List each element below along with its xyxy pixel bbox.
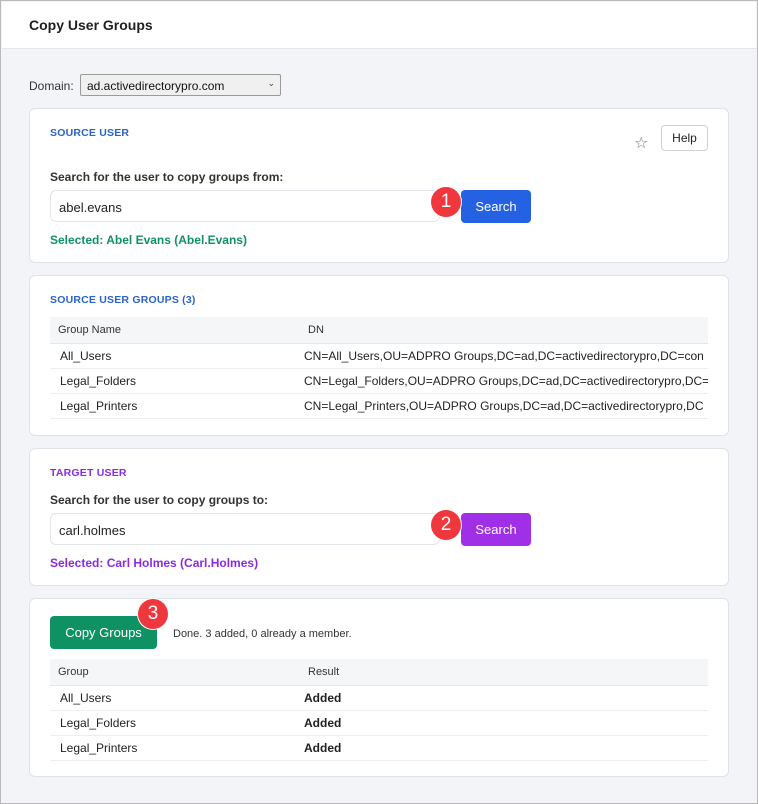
target-search-value: carl.holmes bbox=[59, 523, 126, 538]
source-search-input[interactable]: abel.evans bbox=[50, 190, 440, 222]
copy-groups-card: Copy Groups 3 Done. 3 added, 0 already a… bbox=[29, 598, 729, 777]
table-row[interactable]: All_Users Added bbox=[50, 685, 708, 711]
table-header-row: Group Name DN bbox=[50, 317, 708, 344]
column-header-dn: DN bbox=[300, 317, 708, 344]
column-header-result: Result bbox=[300, 659, 708, 686]
target-search-button[interactable]: Search bbox=[461, 513, 531, 546]
domain-select[interactable]: ad.activedirectorypro.com ⌄ bbox=[80, 74, 281, 96]
window-title: Copy User Groups bbox=[29, 17, 153, 33]
table-row[interactable]: Legal_Folders CN=Legal_Folders,OU=ADPRO … bbox=[50, 368, 708, 394]
table-row[interactable]: All_Users CN=All_Users,OU=ADPRO Groups,D… bbox=[50, 343, 708, 369]
copy-status-text: Done. 3 added, 0 already a member. bbox=[173, 628, 352, 640]
step-badge-2: 2 bbox=[431, 510, 461, 540]
result-status-cell: Added bbox=[300, 710, 708, 736]
source-groups-title: SOURCE USER GROUPS (3) bbox=[50, 294, 196, 306]
result-group-cell: All_Users bbox=[50, 685, 300, 711]
source-user-card: SOURCE USER ☆ Help Search for the user t… bbox=[29, 108, 729, 263]
domain-label: Domain: bbox=[29, 79, 74, 93]
result-status-cell: Added bbox=[300, 685, 708, 711]
source-search-button[interactable]: Search bbox=[461, 190, 531, 223]
group-name-cell: Legal_Folders bbox=[50, 368, 300, 394]
target-user-card: TARGET USER Search for the user to copy … bbox=[29, 448, 729, 586]
result-group-cell: Legal_Printers bbox=[50, 735, 300, 761]
table-row[interactable]: Legal_Printers CN=Legal_Printers,OU=ADPR… bbox=[50, 393, 708, 419]
table-row[interactable]: Legal_Printers Added bbox=[50, 735, 708, 761]
group-name-cell: All_Users bbox=[50, 343, 300, 369]
app-window: Copy User Groups Domain: ad.activedirect… bbox=[0, 0, 758, 804]
help-button[interactable]: Help bbox=[661, 125, 708, 151]
table-header-row: Group Result bbox=[50, 659, 708, 686]
copy-results-table: Group Result All_Users Added Legal_Folde… bbox=[50, 659, 708, 761]
target-search-input[interactable]: carl.holmes bbox=[50, 513, 440, 545]
column-header-group: Group bbox=[50, 659, 300, 686]
source-groups-card: SOURCE USER GROUPS (3) Group Name DN All… bbox=[29, 275, 729, 436]
column-header-group-name: Group Name bbox=[50, 317, 300, 344]
group-dn-cell: CN=Legal_Folders,OU=ADPRO Groups,DC=ad,D… bbox=[300, 368, 708, 394]
result-group-cell: Legal_Folders bbox=[50, 710, 300, 736]
star-icon[interactable]: ☆ bbox=[634, 133, 648, 153]
source-search-value: abel.evans bbox=[59, 200, 122, 215]
domain-select-value: ad.activedirectorypro.com bbox=[87, 79, 225, 93]
source-selected-text: Selected: Abel Evans (Abel.Evans) bbox=[50, 233, 247, 247]
group-dn-cell: CN=All_Users,OU=ADPRO Groups,DC=ad,DC=ac… bbox=[300, 343, 708, 369]
target-search-label: Search for the user to copy groups to: bbox=[50, 493, 269, 507]
chevron-down-icon: ⌄ bbox=[267, 78, 275, 88]
source-search-label: Search for the user to copy groups from: bbox=[50, 170, 284, 184]
group-name-cell: Legal_Printers bbox=[50, 393, 300, 419]
target-selected-text: Selected: Carl Holmes (Carl.Holmes) bbox=[50, 556, 259, 570]
result-status-cell: Added bbox=[300, 735, 708, 761]
step-badge-1: 1 bbox=[431, 187, 461, 217]
source-user-title: SOURCE USER bbox=[50, 127, 130, 139]
source-groups-table: Group Name DN All_Users CN=All_Users,OU=… bbox=[50, 317, 708, 419]
table-row[interactable]: Legal_Folders Added bbox=[50, 710, 708, 736]
title-bar: Copy User Groups bbox=[2, 2, 756, 49]
step-badge-3: 3 bbox=[138, 599, 168, 629]
group-dn-cell: CN=Legal_Printers,OU=ADPRO Groups,DC=ad,… bbox=[300, 393, 708, 419]
target-user-title: TARGET USER bbox=[50, 467, 127, 479]
